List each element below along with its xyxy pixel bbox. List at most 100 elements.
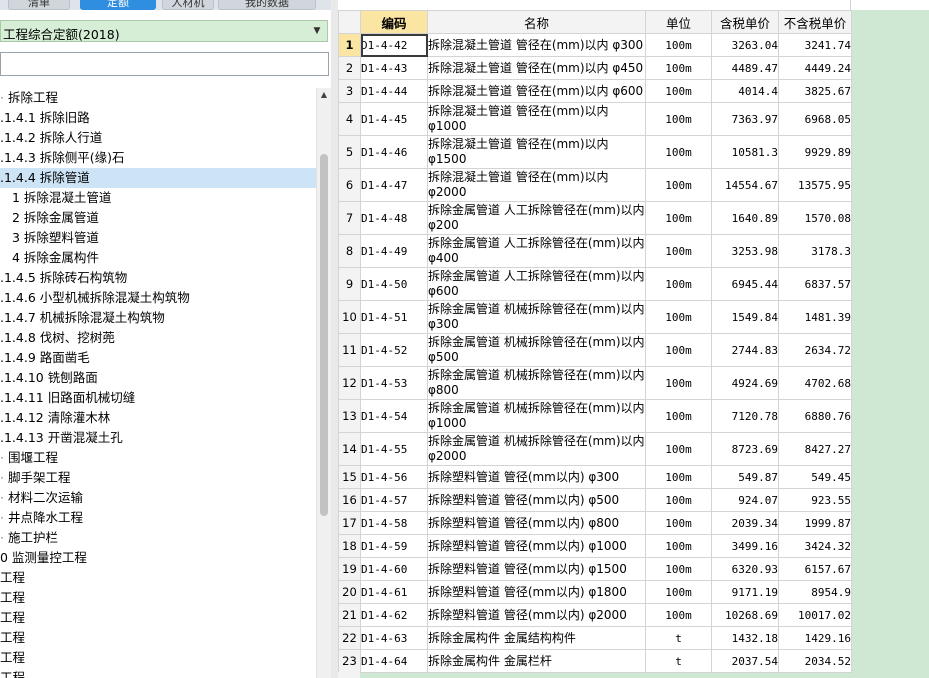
tree-item[interactable]: 2 拆除金属管道 — [0, 208, 316, 228]
table-row[interactable]: 23 D1-4-64 拆除金属构件 金属栏杆 t 2037.54 2034.52 — [338, 649, 852, 673]
cell-price-notax[interactable]: 2634.72 — [778, 333, 852, 367]
cell-price-notax[interactable]: 3825.67 — [778, 79, 852, 103]
cell-price-notax[interactable]: 1999.87 — [778, 511, 852, 535]
column-header-price-notax[interactable]: 不含税单价 — [778, 10, 852, 34]
row-number[interactable]: 1 — [338, 33, 361, 57]
tree-item[interactable]: .1.4.4 拆除管道 — [0, 168, 316, 188]
cell-unit[interactable]: 100m — [645, 168, 712, 202]
tree-item[interactable]: .1.4.5 拆除砖石构筑物 — [0, 268, 316, 288]
cell-name[interactable]: 拆除金属管道 机械拆除管径在(mm)以内 φ1000 — [427, 399, 646, 433]
cell-code[interactable]: D1-4-60 — [360, 557, 428, 581]
cell-unit[interactable]: 100m — [645, 234, 712, 268]
cell-name[interactable]: 拆除金属管道 机械拆除管径在(mm)以内 φ300 — [427, 300, 646, 334]
cell-code[interactable]: D1-4-54 — [360, 399, 428, 433]
tree-item[interactable]: .1.4.7 机械拆除混凝土构筑物 — [0, 308, 316, 328]
row-number[interactable]: 10 — [338, 300, 361, 334]
cell-name[interactable]: 拆除塑料管道 管径(mm以内) φ1500 — [427, 557, 646, 581]
chevron-down-icon[interactable]: ▼ — [310, 22, 324, 40]
cell-price-notax[interactable]: 1481.39 — [778, 300, 852, 334]
table-row[interactable]: 10 D1-4-51 拆除金属管道 机械拆除管径在(mm)以内 φ300 100m 15… — [338, 300, 852, 334]
tree-item[interactable]: .1.4.1 拆除旧路 — [0, 108, 316, 128]
cell-price-tax[interactable]: 2039.34 — [711, 511, 779, 535]
tree-item[interactable]: 4 拆除金属构件 — [0, 248, 316, 268]
cell-price-notax[interactable]: 6157.67 — [778, 557, 852, 581]
cell-code[interactable]: D1-4-55 — [360, 432, 428, 466]
tree-expander-icon[interactable]: · — [0, 530, 8, 545]
tree-item[interactable]: 工程 — [0, 648, 316, 668]
cell-code[interactable]: D1-4-51 — [360, 300, 428, 334]
tree-item[interactable]: .1.4.3 拆除侧平(缘)石 — [0, 148, 316, 168]
cell-unit[interactable]: 100m — [645, 56, 712, 80]
table-row[interactable]: 11 D1-4-52 拆除金属管道 机械拆除管径在(mm)以内 φ500 100m 27… — [338, 333, 852, 367]
cell-unit[interactable]: 100m — [645, 488, 712, 512]
tree-item[interactable]: · 井点降水工程 — [0, 508, 316, 528]
cell-unit[interactable]: 100m — [645, 580, 712, 604]
cell-price-notax[interactable]: 8427.27 — [778, 432, 852, 466]
cell-code[interactable]: D1-4-45 — [360, 102, 428, 136]
row-number[interactable]: 2 — [338, 56, 361, 80]
cell-price-notax[interactable]: 3424.32 — [778, 534, 852, 558]
cell-code[interactable]: D1-4-64 — [360, 649, 428, 673]
cell-name[interactable]: 拆除金属构件 金属结构构件 — [427, 626, 646, 650]
cell-code[interactable]: D1-4-53 — [360, 366, 428, 400]
cell-price-tax[interactable]: 10581.3 — [711, 135, 779, 169]
row-number[interactable]: 8 — [338, 234, 361, 268]
cell-unit[interactable]: 100m — [645, 102, 712, 136]
row-number[interactable]: 22 — [338, 626, 361, 650]
tree-scrollbar[interactable]: ▲ — [316, 88, 331, 678]
cell-code[interactable]: D1-4-52 — [360, 333, 428, 367]
cell-name[interactable]: 拆除混凝土管道 管径在(mm)以内 φ600 — [427, 79, 646, 103]
column-header-unit[interactable]: 单位 — [645, 10, 712, 34]
cell-unit[interactable]: 100m — [645, 333, 712, 367]
cell-price-tax[interactable]: 4489.47 — [711, 56, 779, 80]
table-row[interactable]: 18 D1-4-59 拆除塑料管道 管径(mm以内) φ1000 100m 3499.1… — [338, 534, 852, 558]
row-number[interactable]: 15 — [338, 465, 361, 489]
tree-item[interactable]: 3 拆除塑料管道 — [0, 228, 316, 248]
table-row[interactable]: 14 D1-4-55 拆除金属管道 机械拆除管径在(mm)以内 φ2000 100m 8… — [338, 432, 852, 466]
row-number[interactable]: 17 — [338, 511, 361, 535]
table-row[interactable]: 15 D1-4-56 拆除塑料管道 管径(mm以内) φ300 100m 549.87 5… — [338, 465, 852, 489]
row-number[interactable]: 18 — [338, 534, 361, 558]
cell-price-notax[interactable]: 10017.02 — [778, 603, 852, 627]
cell-code[interactable]: D1-4-57 — [360, 488, 428, 512]
cell-name[interactable]: 拆除塑料管道 管径(mm以内) φ800 — [427, 511, 646, 535]
table-row[interactable]: 4 D1-4-45 拆除混凝土管道 管径在(mm)以内 φ1000 100m 7363.… — [338, 102, 852, 136]
tree-item[interactable]: .1.4.2 拆除人行道 — [0, 128, 316, 148]
row-number[interactable]: 3 — [338, 79, 361, 103]
table-row[interactable]: 5 D1-4-46 拆除混凝土管道 管径在(mm)以内 φ1500 100m 10581… — [338, 135, 852, 169]
tree-item[interactable]: .1.4.11 旧路面机械切缝 — [0, 388, 316, 408]
search-input[interactable] — [0, 52, 329, 76]
cell-price-notax[interactable]: 3178.3 — [778, 234, 852, 268]
cell-price-notax[interactable]: 8954.9 — [778, 580, 852, 604]
scroll-up-arrow-icon[interactable]: ▲ — [317, 88, 331, 102]
table-row[interactable]: 8 D1-4-49 拆除金属管道 人工拆除管径在(mm)以内 φ400 100m 325… — [338, 234, 852, 268]
cell-code[interactable]: D1-4-50 — [360, 267, 428, 301]
cell-price-notax[interactable]: 549.45 — [778, 465, 852, 489]
table-row[interactable]: 1 D1-4-42 拆除混凝土管道 管径在(mm)以内 φ300 100m 3263.0… — [338, 33, 852, 57]
cell-code[interactable]: D1-4-62 — [360, 603, 428, 627]
row-number[interactable]: 7 — [338, 201, 361, 235]
cell-price-notax[interactable]: 3241.74 — [778, 33, 852, 57]
cell-code[interactable]: D1-4-56 — [360, 465, 428, 489]
cell-code[interactable]: D1-4-47 — [360, 168, 428, 202]
cell-price-tax[interactable]: 14554.67 — [711, 168, 779, 202]
tree-item[interactable]: .1.4.9 路面凿毛 — [0, 348, 316, 368]
cell-unit[interactable]: t — [645, 626, 712, 650]
panel-splitter[interactable] — [331, 0, 338, 678]
tab-qingdan[interactable]: 清单 — [8, 0, 70, 10]
cell-unit[interactable]: 100m — [645, 79, 712, 103]
cell-name[interactable]: 拆除塑料管道 管径(mm以内) φ300 — [427, 465, 646, 489]
row-number[interactable]: 13 — [338, 399, 361, 433]
cell-name[interactable]: 拆除金属管道 机械拆除管径在(mm)以内 φ2000 — [427, 432, 646, 466]
cell-unit[interactable]: 100m — [645, 201, 712, 235]
cell-price-tax[interactable]: 924.07 — [711, 488, 779, 512]
tab-my-data[interactable]: 我的数据 — [218, 0, 316, 10]
table-row[interactable]: 3 D1-4-44 拆除混凝土管道 管径在(mm)以内 φ600 100m 4014.4… — [338, 79, 852, 103]
row-number[interactable]: 21 — [338, 603, 361, 627]
cell-code[interactable]: D1-4-48 — [360, 201, 428, 235]
cell-code[interactable]: D1-4-46 — [360, 135, 428, 169]
table-row[interactable]: 17 D1-4-58 拆除塑料管道 管径(mm以内) φ800 100m 2039.34… — [338, 511, 852, 535]
row-number[interactable]: 16 — [338, 488, 361, 512]
row-number[interactable]: 19 — [338, 557, 361, 581]
cell-unit[interactable]: 100m — [645, 432, 712, 466]
